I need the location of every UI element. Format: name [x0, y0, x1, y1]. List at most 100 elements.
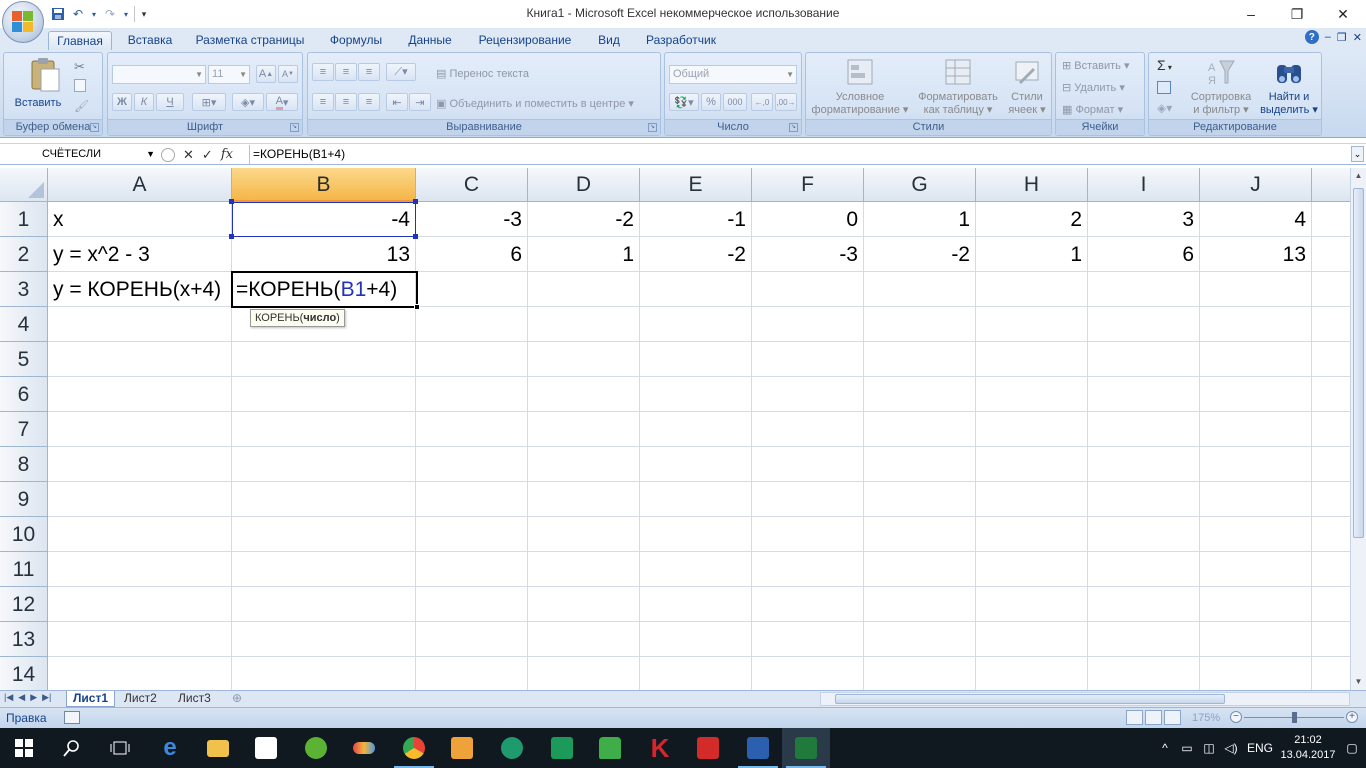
sheet-tab-1[interactable]: Лист1 [66, 691, 116, 707]
cell-b2[interactable]: 13 [232, 237, 416, 272]
cell-e2[interactable]: -2 [640, 237, 752, 272]
cell-e8[interactable] [640, 447, 752, 482]
row-header-2[interactable]: 2 [0, 237, 48, 272]
insert-cells-button[interactable]: ⊞ Вставить ▾ [1062, 59, 1130, 72]
cell-a7[interactable] [48, 412, 232, 447]
cell-h3[interactable] [976, 272, 1088, 307]
clear-icon[interactable]: ◈▾ [1157, 101, 1172, 115]
cell-b6[interactable] [232, 377, 416, 412]
office-button[interactable] [2, 1, 44, 43]
cell-i5[interactable] [1088, 342, 1200, 377]
cell-g1[interactable]: 1 [864, 202, 976, 237]
cell-j2[interactable]: 13 [1200, 237, 1312, 272]
cell-i4[interactable] [1088, 307, 1200, 342]
taskbar-edge[interactable]: e [146, 728, 194, 768]
cell-c12[interactable] [416, 587, 528, 622]
cell-a10[interactable] [48, 517, 232, 552]
cell-c9[interactable] [416, 482, 528, 517]
cell-d4[interactable] [528, 307, 640, 342]
cell-h1[interactable]: 2 [976, 202, 1088, 237]
cell-g8[interactable] [864, 447, 976, 482]
horizontal-scroll-thumb[interactable] [835, 694, 1225, 704]
cell-d5[interactable] [528, 342, 640, 377]
prev-sheet-icon[interactable]: ◀ [18, 692, 25, 703]
cell-i7[interactable] [1088, 412, 1200, 447]
cell-i11[interactable] [1088, 552, 1200, 587]
number-launcher-icon[interactable]: ↘ [789, 123, 798, 132]
insert-function-icon[interactable]: fx [221, 147, 233, 162]
cell-f3[interactable] [752, 272, 864, 307]
cut-icon[interactable]: ✂ [74, 59, 85, 75]
cell-f8[interactable] [752, 447, 864, 482]
orientation-button[interactable]: ⟋▾ [386, 63, 416, 81]
decrease-indent-button[interactable]: ⇤ [386, 93, 408, 111]
cell-a8[interactable] [48, 447, 232, 482]
cell-d9[interactable] [528, 482, 640, 517]
volume-icon[interactable]: ◁) [1220, 741, 1242, 755]
tab-review[interactable]: Рецензирование [470, 31, 580, 50]
grow-font-button[interactable]: A ▲ [256, 65, 276, 83]
cell-i1[interactable]: 3 [1088, 202, 1200, 237]
cell-g10[interactable] [864, 517, 976, 552]
cell-h7[interactable] [976, 412, 1088, 447]
column-header-next[interactable] [1312, 168, 1350, 202]
cell-k6[interactable] [1312, 377, 1350, 412]
column-header-d[interactable]: D [528, 168, 640, 202]
cell-j8[interactable] [1200, 447, 1312, 482]
cell-j9[interactable] [1200, 482, 1312, 517]
ribbon-close-icon[interactable]: ✕ [1353, 31, 1362, 44]
cell-f11[interactable] [752, 552, 864, 587]
cell-h14[interactable] [976, 657, 1088, 690]
cell-d7[interactable] [528, 412, 640, 447]
taskbar-app-green[interactable] [538, 728, 586, 768]
fill-icon[interactable] [1157, 81, 1171, 94]
row-header-7[interactable]: 7 [0, 412, 48, 447]
cell-c2[interactable]: 6 [416, 237, 528, 272]
tab-formulas[interactable]: Формулы [322, 31, 390, 50]
decrease-decimal-button[interactable]: ,00→ [775, 93, 797, 111]
cell-f5[interactable] [752, 342, 864, 377]
formula-input[interactable]: =КОРЕНЬ(B1+4) [249, 145, 345, 164]
cell-e7[interactable] [640, 412, 752, 447]
column-header-j[interactable]: J [1200, 168, 1312, 202]
cell-k13[interactable] [1312, 622, 1350, 657]
scroll-up-icon[interactable]: ▲ [1351, 168, 1366, 184]
cell-f9[interactable] [752, 482, 864, 517]
thousands-button[interactable]: 000 [723, 93, 747, 111]
taskbar-chrome[interactable] [390, 728, 438, 768]
cell-c10[interactable] [416, 517, 528, 552]
cell-g4[interactable] [864, 307, 976, 342]
row-header-3[interactable]: 3 [0, 272, 48, 307]
minimize-button[interactable]: – [1228, 0, 1274, 28]
fill-handle[interactable] [414, 304, 420, 310]
expand-formula-bar-icon[interactable]: ⌄ [1351, 146, 1364, 162]
increase-decimal-button[interactable]: ←,0 [751, 93, 773, 111]
ribbon-restore-icon[interactable]: ❐ [1337, 31, 1347, 44]
cell-k8[interactable] [1312, 447, 1350, 482]
autosum-button[interactable]: Σ ▾ [1157, 57, 1172, 73]
cell-b8[interactable] [232, 447, 416, 482]
maximize-button[interactable]: ❐ [1274, 0, 1320, 28]
column-header-a[interactable]: A [48, 168, 232, 202]
language-indicator[interactable]: ENG [1242, 741, 1278, 755]
merge-center-button[interactable]: ▣ Объединить и поместить в центре ▾ [436, 97, 634, 110]
cell-g3[interactable] [864, 272, 976, 307]
column-header-i[interactable]: I [1088, 168, 1200, 202]
cell-b12[interactable] [232, 587, 416, 622]
align-top-button[interactable]: ≡ [312, 63, 334, 81]
cell-g7[interactable] [864, 412, 976, 447]
cell-f13[interactable] [752, 622, 864, 657]
cell-b7[interactable] [232, 412, 416, 447]
cell-e13[interactable] [640, 622, 752, 657]
first-sheet-icon[interactable]: |◀ [4, 692, 13, 703]
taskbar-explorer[interactable] [194, 728, 242, 768]
row-header-14[interactable]: 14 [0, 657, 48, 690]
cell-h4[interactable] [976, 307, 1088, 342]
tab-view[interactable]: Вид [590, 31, 628, 50]
column-header-e[interactable]: E [640, 168, 752, 202]
tray-overflow-icon[interactable]: ^ [1154, 741, 1176, 755]
taskbar-excel[interactable] [782, 728, 830, 768]
zoom-in-icon[interactable]: + [1346, 711, 1358, 723]
cell-a2[interactable]: y = x^2 - 3 [48, 237, 232, 272]
cell-f2[interactable]: -3 [752, 237, 864, 272]
